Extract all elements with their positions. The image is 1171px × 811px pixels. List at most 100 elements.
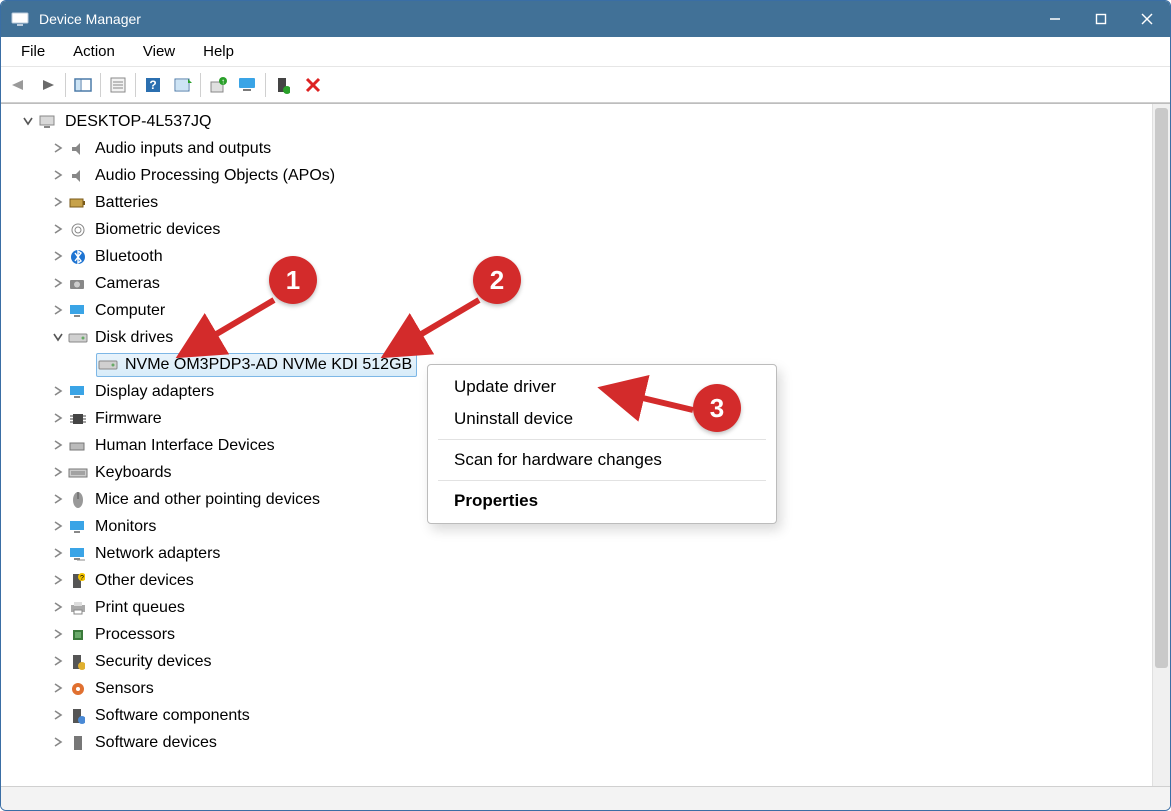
chevron-right-icon[interactable]: [49, 196, 67, 210]
minimize-button[interactable]: [1032, 1, 1078, 37]
scan-hardware-button[interactable]: [168, 71, 198, 99]
sensor-icon: [67, 679, 89, 699]
nav-forward-button[interactable]: [33, 71, 63, 99]
scrollbar-thumb[interactable]: [1155, 108, 1168, 668]
context-menu-separator: [438, 439, 766, 440]
svg-text:?: ?: [80, 575, 84, 582]
chevron-right-icon[interactable]: [49, 736, 67, 750]
context-menu-scan[interactable]: Scan for hardware changes: [428, 444, 776, 476]
chevron-down-icon[interactable]: [49, 331, 67, 345]
tree-item-label: Network adapters: [95, 545, 220, 563]
tree-item-label: NVMe OM3PDP3-AD NVMe KDI 512GB: [125, 356, 412, 374]
menu-help[interactable]: Help: [189, 39, 248, 64]
tree-item-label: Bluetooth: [95, 248, 163, 266]
tree-item-software-components[interactable]: Software components: [5, 702, 1150, 729]
chevron-right-icon[interactable]: [49, 655, 67, 669]
hid-icon: [67, 436, 89, 456]
chevron-right-icon[interactable]: [49, 493, 67, 507]
toolbar-separator: [65, 73, 66, 97]
monitor-icon: [67, 517, 89, 537]
tree-item-label: Batteries: [95, 194, 158, 212]
chevron-down-icon[interactable]: [19, 115, 37, 129]
printer-icon: [67, 598, 89, 618]
chevron-right-icon[interactable]: [49, 682, 67, 696]
context-menu-update-driver[interactable]: Update driver: [428, 371, 776, 403]
tree-item-biometric[interactable]: Biometric devices: [5, 216, 1150, 243]
tree-item-label: Biometric devices: [95, 221, 220, 239]
nav-back-button[interactable]: [3, 71, 33, 99]
chevron-right-icon[interactable]: [49, 385, 67, 399]
tree-item-label: Other devices: [95, 572, 194, 590]
mouse-icon: [67, 490, 89, 510]
tree-item-computer[interactable]: Computer: [5, 297, 1150, 324]
chevron-right-icon[interactable]: [49, 628, 67, 642]
device-monitor-button[interactable]: [233, 71, 263, 99]
statusbar: [1, 786, 1170, 810]
tree-item-label: Security devices: [95, 653, 212, 671]
context-menu-uninstall[interactable]: Uninstall device: [428, 403, 776, 435]
help-button[interactable]: ?: [138, 71, 168, 99]
context-menu: Update driver Uninstall device Scan for …: [427, 364, 777, 524]
speaker-icon: [67, 139, 89, 159]
close-button[interactable]: [1124, 1, 1170, 37]
tree-item-audio-io[interactable]: Audio inputs and outputs: [5, 135, 1150, 162]
window-title: Device Manager: [39, 11, 1032, 27]
titlebar: Device Manager: [1, 1, 1170, 37]
speaker-icon: [67, 166, 89, 186]
tree-item-processors[interactable]: Processors: [5, 621, 1150, 648]
chevron-right-icon[interactable]: [49, 277, 67, 291]
toolbar-separator: [200, 73, 201, 97]
tree-item-software-devices[interactable]: Software devices: [5, 729, 1150, 756]
tree-item-cameras[interactable]: Cameras: [5, 270, 1150, 297]
update-driver-button[interactable]: ↑: [203, 71, 233, 99]
tree-item-sensors[interactable]: Sensors: [5, 675, 1150, 702]
tree-item-label: Human Interface Devices: [95, 437, 275, 455]
tree-item-label: Display adapters: [95, 383, 214, 401]
menu-view[interactable]: View: [129, 39, 189, 64]
chevron-right-icon[interactable]: [49, 169, 67, 183]
tree-item-network[interactable]: Network adapters: [5, 540, 1150, 567]
maximize-button[interactable]: [1078, 1, 1124, 37]
chevron-right-icon[interactable]: [49, 520, 67, 534]
device-tree[interactable]: DESKTOP-4L537JQ Audio inputs and outputs…: [1, 104, 1152, 786]
bluetooth-icon: [67, 247, 89, 267]
chevron-right-icon[interactable]: [49, 574, 67, 588]
tree-item-printers[interactable]: Print queues: [5, 594, 1150, 621]
menu-action[interactable]: Action: [59, 39, 129, 64]
disk-icon: [67, 328, 89, 348]
chevron-right-icon[interactable]: [49, 250, 67, 264]
computer-root-icon: [37, 112, 59, 132]
chevron-right-icon[interactable]: [49, 304, 67, 318]
chevron-right-icon[interactable]: [49, 439, 67, 453]
tree-item-label: Disk drives: [95, 329, 173, 347]
tree-item-batteries[interactable]: Batteries: [5, 189, 1150, 216]
tree-item-apo[interactable]: Audio Processing Objects (APOs): [5, 162, 1150, 189]
disk-icon: [97, 355, 119, 375]
show-hide-console-button[interactable]: [68, 71, 98, 99]
chevron-right-icon[interactable]: [49, 709, 67, 723]
tree-item-other[interactable]: ? Other devices: [5, 567, 1150, 594]
chevron-right-icon[interactable]: [49, 142, 67, 156]
selected-device-row[interactable]: NVMe OM3PDP3-AD NVMe KDI 512GB: [96, 353, 417, 377]
tree-item-security[interactable]: Security devices: [5, 648, 1150, 675]
tree-root[interactable]: DESKTOP-4L537JQ: [5, 108, 1150, 135]
chevron-right-icon[interactable]: [49, 412, 67, 426]
device-manager-icon: [11, 10, 29, 28]
uninstall-button[interactable]: [298, 71, 328, 99]
network-icon: [67, 544, 89, 564]
chevron-right-icon[interactable]: [49, 547, 67, 561]
tree-item-label: Mice and other pointing devices: [95, 491, 320, 509]
context-menu-properties[interactable]: Properties: [428, 485, 776, 517]
tree-item-disk-drives[interactable]: Disk drives: [5, 324, 1150, 351]
tree-item-label: Firmware: [95, 410, 162, 428]
tree-item-bluetooth[interactable]: Bluetooth: [5, 243, 1150, 270]
vertical-scrollbar[interactable]: [1152, 104, 1170, 786]
component-icon: [67, 706, 89, 726]
toolbar: ? ↑: [1, 67, 1170, 103]
menu-file[interactable]: File: [7, 39, 59, 64]
enable-device-button[interactable]: [268, 71, 298, 99]
chevron-right-icon[interactable]: [49, 466, 67, 480]
chevron-right-icon[interactable]: [49, 223, 67, 237]
chevron-right-icon[interactable]: [49, 601, 67, 615]
properties-small-button[interactable]: [103, 71, 133, 99]
